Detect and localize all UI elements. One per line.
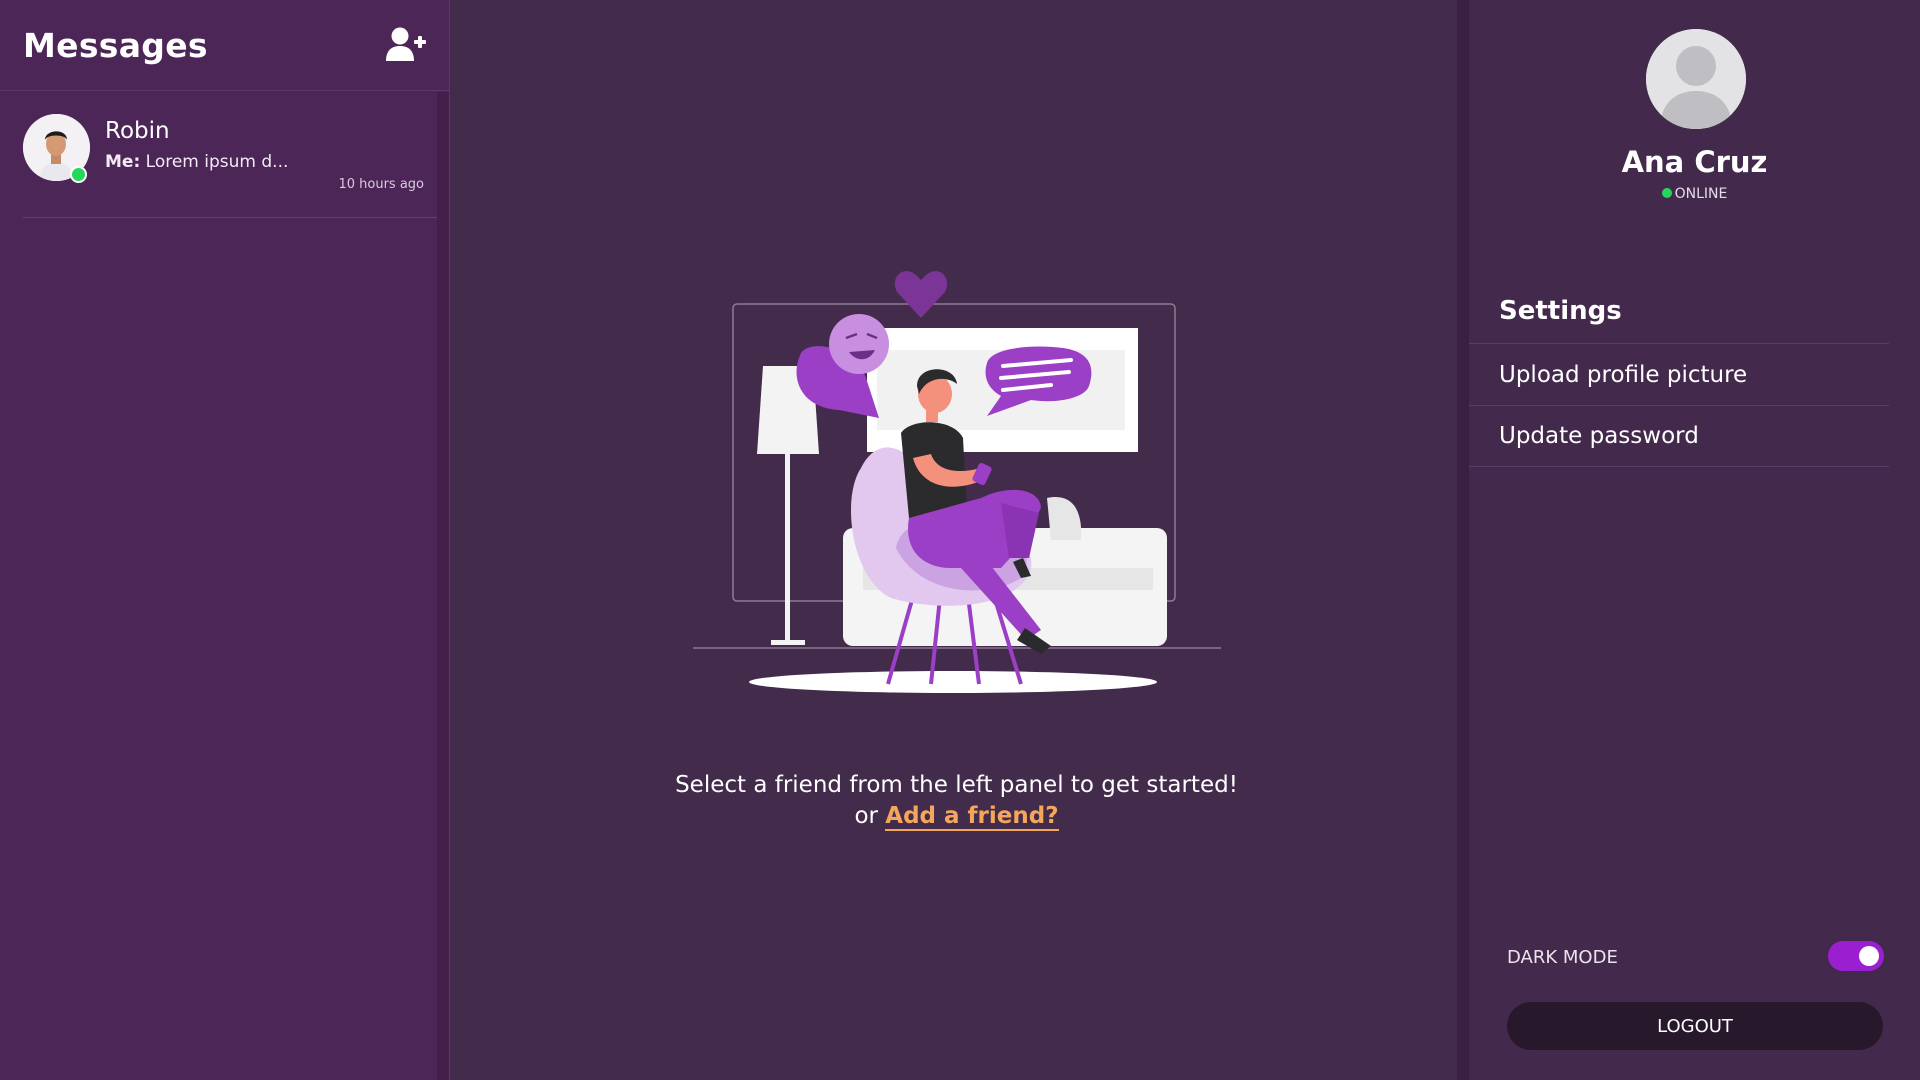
profile-status-text: ONLINE	[1674, 186, 1728, 202]
avatar-wrapper	[23, 114, 90, 183]
sidebar-header: Messages	[0, 0, 449, 91]
sidebar-scrollbar[interactable]	[437, 92, 449, 1080]
empty-state-message: Select a friend from the left panel to g…	[675, 772, 1238, 798]
settings-item-upload-profile-picture[interactable]: Upload profile picture	[1469, 343, 1889, 405]
online-status-dot	[1661, 188, 1672, 198]
preview-text: Lorem ipsum d...	[145, 152, 289, 172]
conversation-text: Robin Me: Lorem ipsum d...	[105, 114, 288, 172]
conversation-time: 10 hours ago	[338, 177, 424, 192]
toggle-knob	[1859, 946, 1879, 966]
profile-status: ONLINE	[1469, 186, 1920, 202]
profile-name: Ana Cruz	[1621, 145, 1768, 179]
settings-list: Upload profile picture Update password	[1469, 343, 1889, 467]
dark-mode-label: DARK MODE	[1507, 947, 1618, 968]
person-chatting-illustration	[693, 271, 1221, 693]
add-friend-prompt: or Add a friend?	[451, 803, 1462, 831]
prompt-or-text: or	[854, 803, 878, 829]
preview-sender: Me:	[105, 152, 141, 172]
settings-item-update-password[interactable]: Update password	[1469, 405, 1889, 467]
conversations-sidebar: Messages Robin Me: Lorem ipsum d... 10 h…	[0, 0, 450, 1080]
dark-mode-toggle[interactable]	[1828, 941, 1884, 971]
profile-avatar	[1646, 29, 1746, 129]
online-status-dot	[70, 166, 87, 183]
conversation-name: Robin	[105, 118, 170, 144]
empty-chat-area: Select a friend from the left panel to g…	[451, 0, 1462, 1080]
sidebar-title: Messages	[23, 25, 208, 65]
logout-button[interactable]: LOGOUT	[1507, 1002, 1883, 1050]
profile-panel: Ana Cruz ONLINE Settings Upload profile …	[1469, 0, 1920, 1080]
settings-title: Settings	[1499, 296, 1622, 326]
conversation-preview: Me: Lorem ipsum d...	[105, 152, 288, 172]
user-plus-icon[interactable]	[385, 27, 427, 63]
panel-divider	[1457, 0, 1469, 1080]
default-user-icon	[1646, 29, 1746, 129]
add-friend-link[interactable]: Add a friend?	[885, 803, 1059, 831]
conversation-item[interactable]: Robin Me: Lorem ipsum d... 10 hours ago	[23, 91, 437, 218]
conversation-list: Robin Me: Lorem ipsum d... 10 hours ago	[0, 91, 437, 218]
